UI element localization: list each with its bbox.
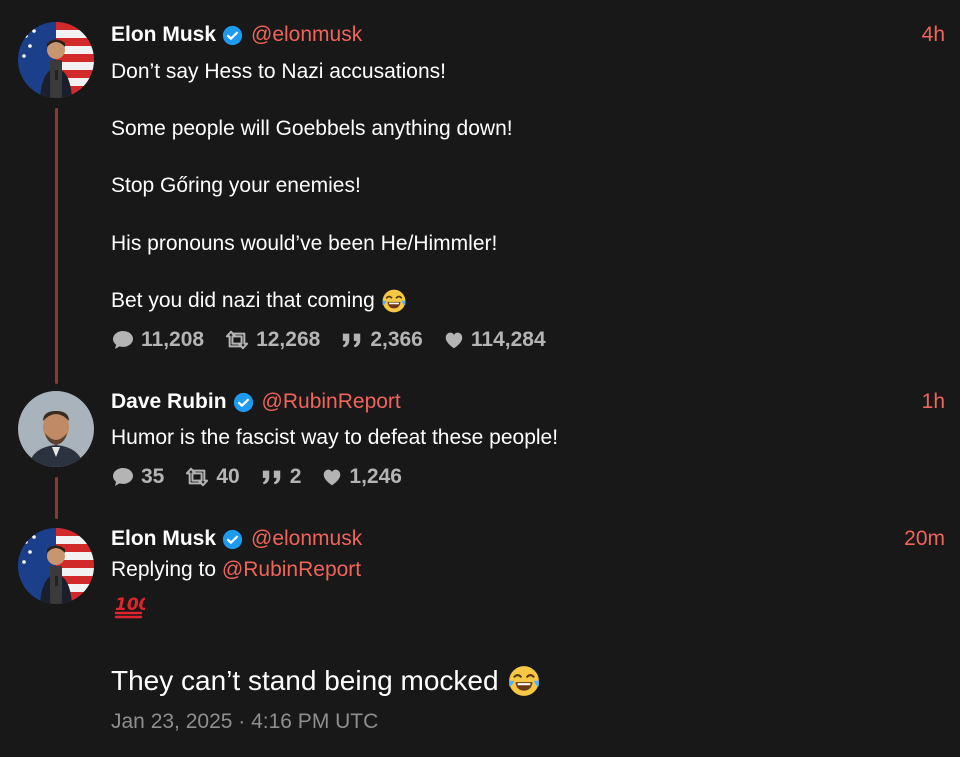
like-count[interactable]: 1,246 [321, 465, 402, 489]
tweet-header: Elon Musk @elonmusk [111, 524, 362, 554]
author-handle[interactable]: @elonmusk [251, 23, 362, 47]
tweet-header: Dave Rubin @RubinReport [111, 387, 401, 417]
tweet-1[interactable]: Elon Musk @elonmusk 4h Don’t say Hess to… [0, 20, 960, 384]
tweet-thread: Elon Musk @elonmusk 4h Don’t say Hess to… [0, 0, 960, 757]
tweet-line: Humor is the fascist way to defeat these… [111, 426, 559, 449]
tweet-2[interactable]: Dave Rubin @RubinReport 1h Humor is the … [0, 387, 960, 519]
tweet-line: Don’t say Hess to Nazi accusations! [111, 60, 446, 83]
speech-bubble-icon [111, 465, 135, 489]
thread-connector [55, 477, 58, 519]
timestamp[interactable]: 20m [904, 524, 945, 554]
timestamp[interactable]: 4h [922, 20, 945, 50]
tweet-text: His pronouns would’ve been He/Himmler! [111, 229, 497, 258]
like-count[interactable]: 114,284 [443, 328, 546, 352]
tweet-stats: 11,208 12,268 2,366 114,284 [111, 326, 566, 354]
author-name[interactable]: Elon Musk [111, 527, 216, 551]
tweet-header: Elon Musk @elonmusk [111, 20, 362, 50]
tears-of-joy-emoji-icon [381, 288, 407, 314]
speech-bubble-icon [111, 328, 135, 352]
verified-badge-icon [222, 25, 243, 46]
tweet-line: Some people will Goebbels anything down! [111, 117, 513, 140]
author-handle[interactable]: @elonmusk [251, 527, 362, 551]
tweet-main-text: They can’t stand being mocked [111, 664, 541, 698]
author-name[interactable]: Dave Rubin [111, 390, 227, 414]
tweet-text: Stop Gőring your enemies! [111, 171, 361, 200]
tweet-line: Bet you did nazi that coming [111, 289, 375, 312]
author-handle[interactable]: @RubinReport [262, 390, 401, 414]
tweet-stats: 35 40 2 1,246 [111, 463, 422, 491]
author-name[interactable]: Elon Musk [111, 23, 216, 47]
thread-connector [55, 108, 58, 384]
retweet-count[interactable]: 40 [184, 465, 240, 489]
heart-icon [321, 466, 343, 488]
quote-count[interactable]: 2 [260, 465, 302, 489]
quote-icon [340, 329, 364, 351]
tweet-text: Some people will Goebbels anything down! [111, 114, 513, 143]
replying-to: Replying to @RubinReport [111, 558, 361, 582]
avatar[interactable] [18, 528, 94, 604]
like-count-value: 114,284 [470, 328, 546, 351]
reply-count-value: 35 [141, 465, 165, 488]
quote-count-value: 2,366 [370, 328, 423, 351]
avatar[interactable] [18, 391, 94, 467]
quote-count-value: 2 [289, 465, 302, 488]
retweet-count-value: 40 [216, 465, 240, 488]
like-count-value: 1,246 [349, 465, 402, 488]
tweet-line: His pronouns would’ve been He/Himmler! [111, 232, 498, 255]
heart-icon [443, 329, 465, 351]
replying-to-handle[interactable]: @RubinReport [222, 558, 361, 581]
verified-badge-icon [233, 392, 254, 413]
hundred-points-emoji-icon [113, 590, 145, 622]
reply-count[interactable]: 35 [111, 465, 164, 489]
tweet-text: Don’t say Hess to Nazi accusations! [111, 57, 446, 86]
retweet-icon [224, 329, 250, 351]
tweet-line: Stop Gőring your enemies! [111, 174, 361, 197]
reply-count-value: 11,208 [141, 328, 205, 351]
timestamp[interactable]: 1h [922, 387, 945, 417]
retweet-icon [184, 466, 210, 488]
reply-count[interactable]: 11,208 [111, 328, 204, 352]
replying-to-label: Replying to [111, 558, 217, 581]
tweet-text: Bet you did nazi that coming [111, 286, 407, 315]
retweet-count-value: 12,268 [256, 328, 321, 351]
tweet-line-with-emoji: Bet you did nazi that coming [111, 286, 407, 315]
tears-of-joy-emoji-icon [507, 664, 541, 698]
retweet-count[interactable]: 12,268 [224, 328, 320, 352]
verified-badge-icon [222, 529, 243, 550]
tweet-text: Humor is the fascist way to defeat these… [111, 423, 558, 452]
tweet-date[interactable]: Jan 23, 2025 · 4:16 PM UTC [111, 710, 378, 734]
quote-count[interactable]: 2,366 [340, 328, 423, 352]
quote-icon [260, 466, 284, 488]
avatar[interactable] [18, 22, 94, 98]
tweet-main-text-content: They can’t stand being mocked [111, 665, 499, 696]
